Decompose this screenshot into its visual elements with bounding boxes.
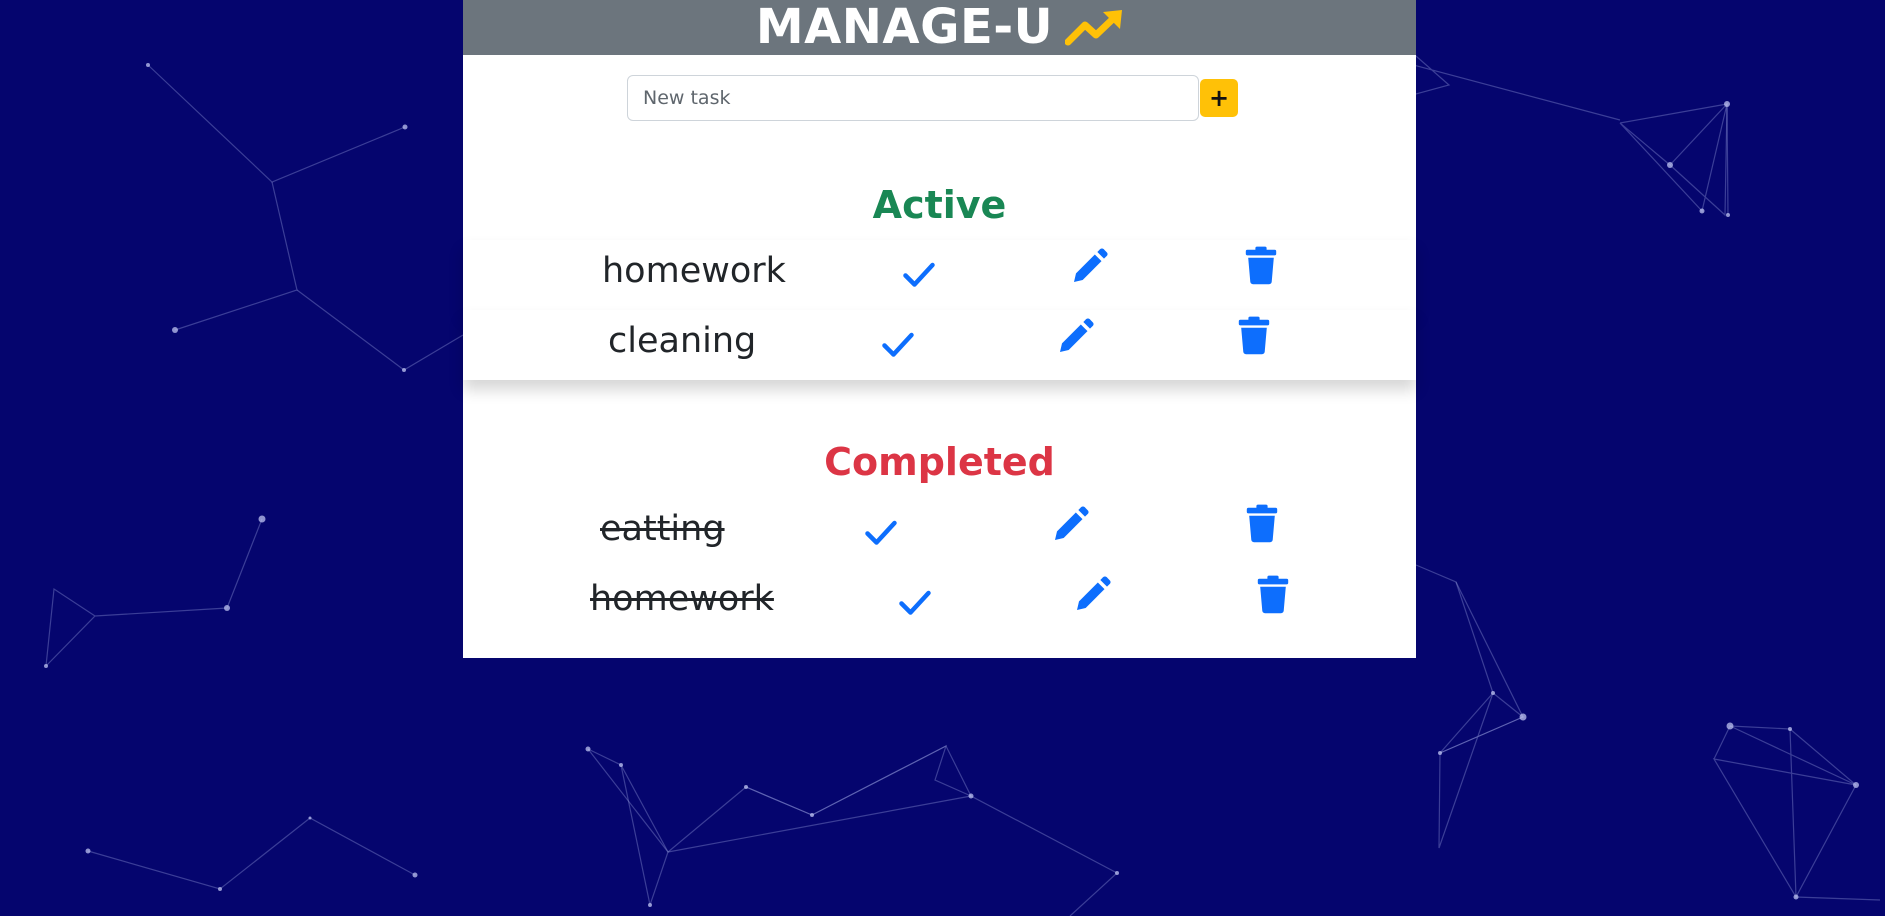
task-text: cleaning	[608, 321, 757, 361]
task-text: homework	[590, 579, 774, 619]
check-icon[interactable]	[880, 326, 916, 362]
add-task-row: +	[463, 75, 1416, 121]
trash-icon[interactable]	[1238, 315, 1270, 355]
task-text: eatting	[600, 509, 725, 549]
trending-up-icon	[1065, 9, 1123, 46]
pencil-icon[interactable]	[1069, 246, 1109, 288]
completed-section-title: Completed	[824, 440, 1055, 484]
active-task-row: homework	[463, 240, 1416, 310]
check-icon[interactable]	[901, 256, 937, 292]
app-header: MANAGE-U	[463, 0, 1416, 55]
completed-task-row: homework	[463, 568, 1416, 638]
trash-icon[interactable]	[1257, 574, 1289, 614]
active-task-row: cleaning	[463, 310, 1416, 380]
pencil-icon[interactable]	[1055, 316, 1095, 358]
add-task-button[interactable]: +	[1200, 79, 1238, 117]
pencil-icon[interactable]	[1072, 574, 1112, 616]
check-icon[interactable]	[897, 584, 933, 620]
active-section-title: Active	[872, 183, 1007, 227]
completed-task-row: eatting	[463, 498, 1416, 568]
new-task-input[interactable]	[627, 75, 1199, 121]
task-text: homework	[602, 251, 786, 291]
check-icon[interactable]	[863, 514, 899, 550]
trash-icon[interactable]	[1245, 245, 1277, 285]
task-card: MANAGE-U + Active homework cleaning	[463, 0, 1416, 658]
trash-icon[interactable]	[1246, 503, 1278, 543]
app-title: MANAGE-U	[755, 0, 1054, 55]
pencil-icon[interactable]	[1050, 504, 1090, 546]
